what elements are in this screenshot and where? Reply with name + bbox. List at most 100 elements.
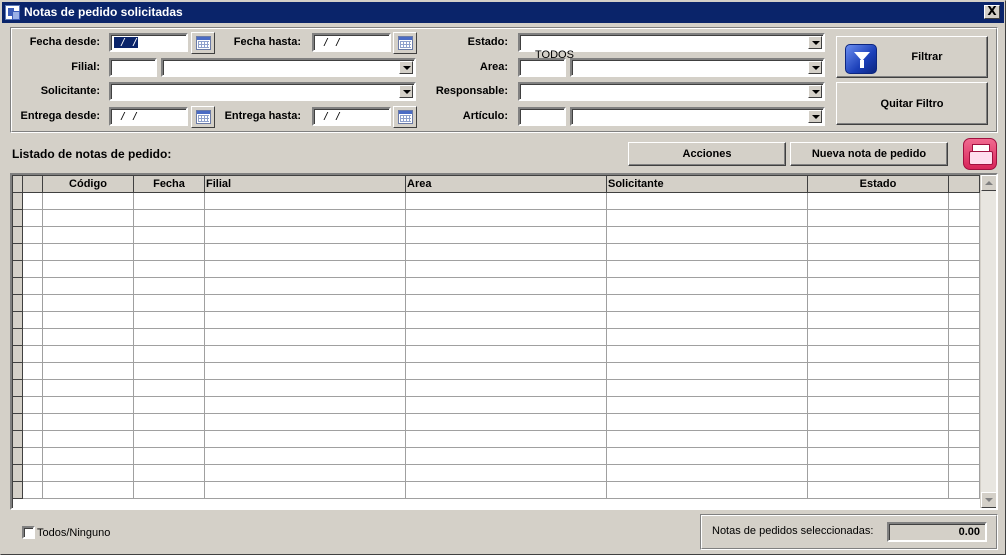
table-cell[interactable]	[405, 413, 607, 431]
table-cell[interactable]	[948, 192, 980, 210]
col-fecha[interactable]: Fecha	[133, 175, 205, 193]
todos-ninguno-checkbox[interactable]	[22, 526, 35, 539]
table-row[interactable]	[12, 413, 980, 431]
table-row[interactable]	[12, 379, 980, 397]
table-cell[interactable]	[405, 379, 607, 397]
responsable-select[interactable]	[518, 82, 825, 101]
table-cell[interactable]	[42, 362, 134, 380]
table-cell[interactable]	[606, 362, 808, 380]
table-cell[interactable]	[133, 277, 205, 295]
scroll-up-icon[interactable]	[981, 175, 996, 191]
table-row[interactable]	[12, 430, 980, 448]
table-cell[interactable]	[948, 311, 980, 329]
filtrar-button[interactable]: Filtrar	[836, 36, 988, 78]
table-cell[interactable]	[42, 413, 134, 431]
table-cell[interactable]	[22, 277, 43, 295]
table-cell[interactable]	[204, 294, 406, 312]
table-cell[interactable]	[133, 209, 205, 227]
table-cell[interactable]	[948, 481, 980, 499]
table-cell[interactable]	[12, 294, 23, 312]
table-cell[interactable]	[12, 311, 23, 329]
table-cell[interactable]	[606, 260, 808, 278]
table-cell[interactable]	[12, 328, 23, 346]
table-cell[interactable]	[12, 379, 23, 397]
table-cell[interactable]	[22, 413, 43, 431]
table-cell[interactable]	[22, 311, 43, 329]
table-cell[interactable]	[948, 260, 980, 278]
filial-select[interactable]	[161, 58, 416, 77]
table-cell[interactable]	[204, 328, 406, 346]
table-cell[interactable]	[22, 209, 43, 227]
entrega-hasta-calendar-button[interactable]	[393, 106, 417, 128]
orders-grid[interactable]: Código Fecha Filial Area Solicitante Est…	[10, 173, 998, 510]
table-cell[interactable]	[22, 396, 43, 414]
table-row[interactable]	[12, 192, 980, 210]
chevron-down-icon[interactable]	[399, 61, 413, 74]
table-cell[interactable]	[405, 311, 607, 329]
table-cell[interactable]	[133, 379, 205, 397]
todos-ninguno-label[interactable]: Todos/Ninguno	[37, 527, 110, 539]
table-cell[interactable]	[807, 396, 949, 414]
table-cell[interactable]	[42, 192, 134, 210]
table-cell[interactable]	[204, 430, 406, 448]
table-cell[interactable]	[42, 345, 134, 363]
table-cell[interactable]	[948, 328, 980, 346]
solicitante-select[interactable]	[109, 82, 416, 101]
table-row[interactable]	[12, 260, 980, 278]
estado-select[interactable]: TODOS	[518, 33, 825, 61]
table-cell[interactable]	[807, 430, 949, 448]
table-cell[interactable]	[405, 481, 607, 499]
table-cell[interactable]	[807, 311, 949, 329]
table-cell[interactable]	[405, 328, 607, 346]
table-cell[interactable]	[807, 277, 949, 295]
table-cell[interactable]	[204, 396, 406, 414]
table-cell[interactable]	[42, 311, 134, 329]
fecha-hasta-input[interactable]: / /	[312, 33, 391, 52]
table-cell[interactable]	[133, 362, 205, 380]
table-cell[interactable]	[204, 447, 406, 465]
table-cell[interactable]	[807, 362, 949, 380]
table-cell[interactable]	[405, 447, 607, 465]
table-cell[interactable]	[22, 260, 43, 278]
table-cell[interactable]	[606, 243, 808, 261]
table-cell[interactable]	[12, 226, 23, 244]
table-cell[interactable]	[204, 277, 406, 295]
table-cell[interactable]	[42, 396, 134, 414]
table-cell[interactable]	[807, 243, 949, 261]
articulo-code-input[interactable]	[518, 107, 566, 126]
table-cell[interactable]	[606, 345, 808, 363]
table-cell[interactable]	[807, 209, 949, 227]
table-cell[interactable]	[204, 226, 406, 244]
table-cell[interactable]	[606, 226, 808, 244]
table-cell[interactable]	[606, 430, 808, 448]
table-cell[interactable]	[405, 345, 607, 363]
table-row[interactable]	[12, 226, 980, 244]
table-cell[interactable]	[405, 226, 607, 244]
table-row[interactable]	[12, 362, 980, 380]
table-cell[interactable]	[22, 362, 43, 380]
close-button[interactable]: X	[984, 5, 1000, 19]
table-cell[interactable]	[12, 396, 23, 414]
chevron-down-icon[interactable]	[808, 61, 822, 74]
grid-scrollbar[interactable]	[980, 175, 996, 508]
table-cell[interactable]	[606, 328, 808, 346]
table-cell[interactable]	[606, 396, 808, 414]
table-cell[interactable]	[22, 192, 43, 210]
table-cell[interactable]	[12, 413, 23, 431]
area-select[interactable]	[570, 58, 825, 77]
table-cell[interactable]	[807, 260, 949, 278]
table-cell[interactable]	[42, 277, 134, 295]
table-cell[interactable]	[807, 447, 949, 465]
table-cell[interactable]	[606, 379, 808, 397]
table-cell[interactable]	[12, 464, 23, 482]
table-cell[interactable]	[133, 464, 205, 482]
table-cell[interactable]	[204, 209, 406, 227]
table-cell[interactable]	[405, 430, 607, 448]
nueva-nota-button[interactable]: Nueva nota de pedido	[790, 142, 948, 166]
articulo-select[interactable]	[570, 107, 825, 126]
table-cell[interactable]	[42, 379, 134, 397]
table-cell[interactable]	[133, 447, 205, 465]
table-cell[interactable]	[22, 447, 43, 465]
table-cell[interactable]	[948, 362, 980, 380]
table-row[interactable]	[12, 345, 980, 363]
